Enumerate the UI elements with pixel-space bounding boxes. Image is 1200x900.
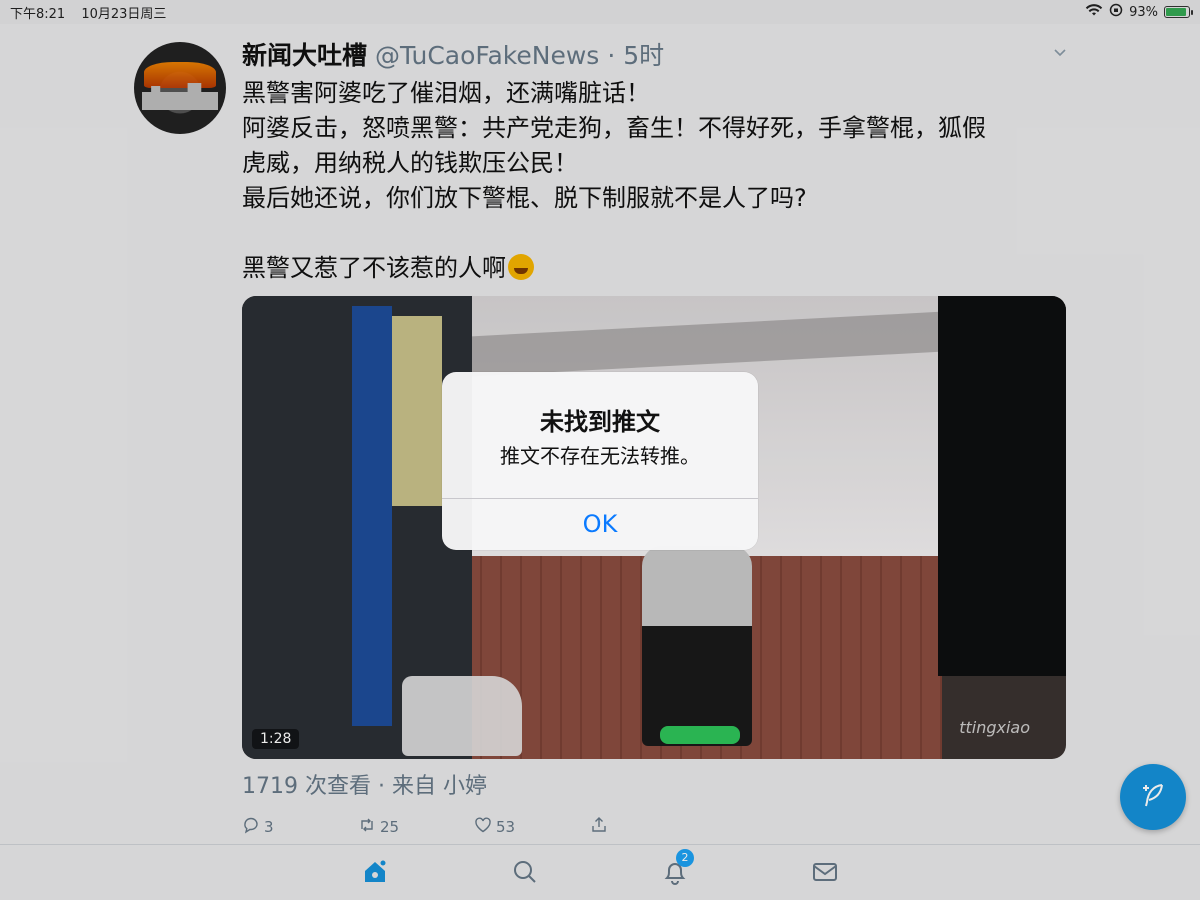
alert-title: 未找到推文 <box>540 408 660 436</box>
alert-message: 推文不存在无法转推。 <box>500 444 700 468</box>
ok-button[interactable]: OK <box>442 499 758 550</box>
alert-dialog: 未找到推文 推文不存在无法转推。 OK <box>442 372 758 550</box>
